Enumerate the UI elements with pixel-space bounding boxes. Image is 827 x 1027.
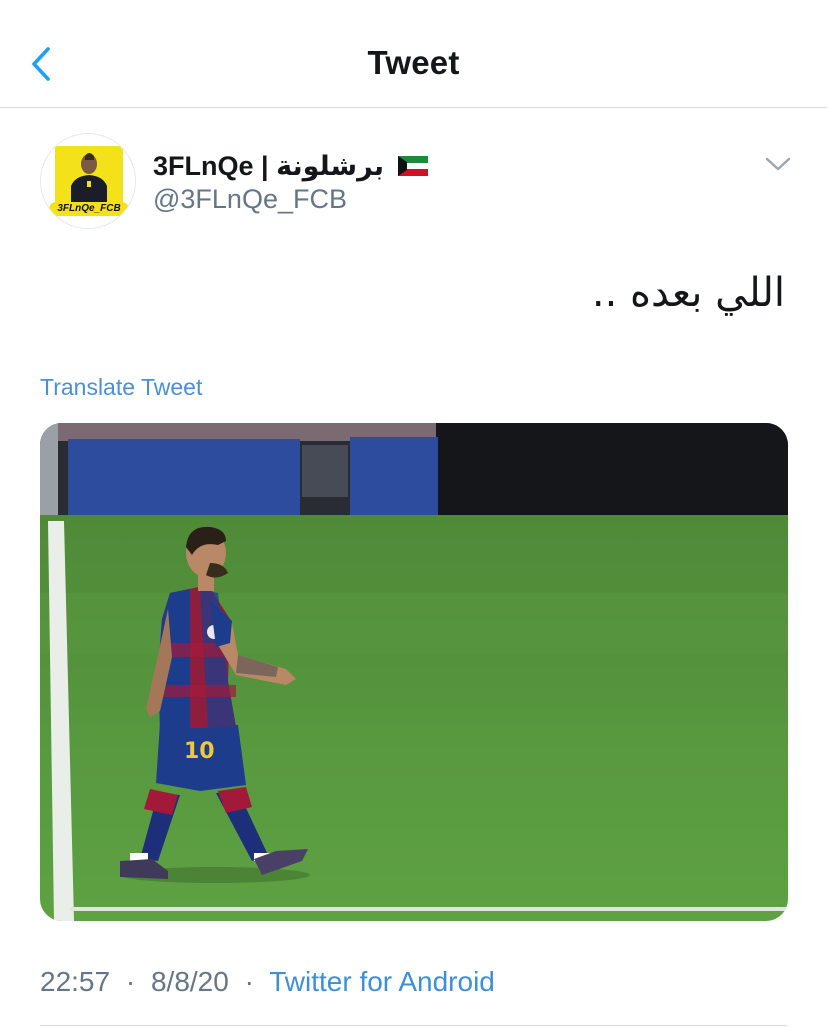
- chevron-down-icon: [765, 157, 791, 171]
- tweet-meta: 22:57 · 8/8/20 · Twitter for Android: [40, 966, 495, 998]
- translate-tweet-link[interactable]: Translate Tweet: [40, 374, 202, 401]
- meta-separator: ·: [244, 966, 254, 997]
- tweet-options-button[interactable]: [762, 150, 794, 178]
- photo-player-walking-on-pitch: 10: [40, 423, 788, 921]
- author-name-row[interactable]: 3FLnQe | برشلونة: [153, 146, 429, 186]
- tweet-source-link[interactable]: Twitter for Android: [269, 966, 495, 997]
- author-handle[interactable]: @3FLnQe_FCB: [153, 184, 347, 215]
- kuwait-flag-icon: [398, 156, 429, 176]
- divider: [40, 1025, 787, 1026]
- avatar[interactable]: 3FLnQe_FCB: [40, 133, 136, 229]
- tweet-date: 8/8/20: [150, 966, 229, 997]
- display-name: 3FLnQe | برشلونة: [153, 150, 385, 181]
- tweet-text: اللي بعده ..: [591, 270, 785, 316]
- page-title: Tweet: [367, 44, 460, 81]
- avatar-caption: 3FLnQe_FCB: [57, 203, 121, 214]
- top-bar: Tweet: [0, 0, 827, 108]
- tweet-media-photo[interactable]: 10: [40, 423, 788, 921]
- tweet-time: 22:57: [40, 966, 111, 997]
- meta-separator: ·: [125, 966, 136, 997]
- svg-text:10: 10: [184, 739, 215, 764]
